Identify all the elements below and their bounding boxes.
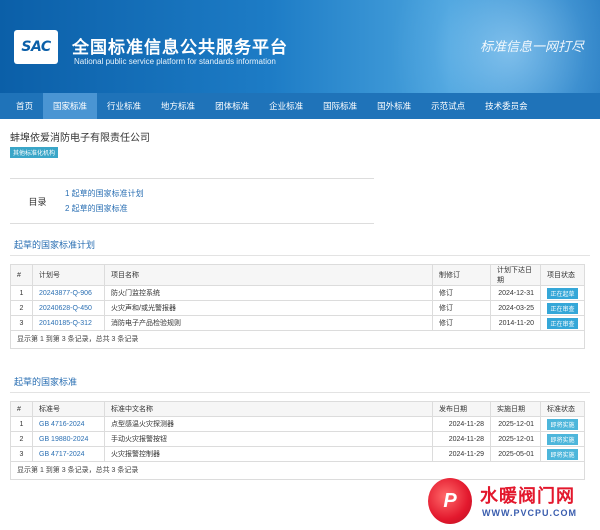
standard-name: 点型感温火灾探测器: [104, 416, 433, 432]
issue-date: 2024-03-25: [490, 300, 541, 316]
project-name: 防火门监控系统: [104, 285, 433, 301]
status-badge: 即将实施: [547, 448, 578, 460]
company-type-badge: 其他标准化机构: [10, 147, 59, 158]
site-slogan: 标准信息一网打尽: [479, 40, 584, 55]
nav-home[interactable]: 首页: [6, 93, 43, 119]
table-row: 1 GB 4716-2024 点型感温火灾探测器 2024-11-28 2025…: [10, 416, 585, 432]
col-index: #: [10, 264, 33, 286]
plan-code-link[interactable]: 20140185-Q-312: [32, 315, 105, 331]
row-index: 3: [10, 446, 33, 462]
status-cell: 正在审查: [540, 315, 585, 331]
sac-logo[interactable]: SAC: [14, 30, 58, 64]
nav-international-standards[interactable]: 国际标准: [313, 93, 367, 119]
row-index: 1: [10, 285, 33, 301]
nav-industry-standards[interactable]: 行业标准: [97, 93, 151, 119]
col-project-name[interactable]: 项目名称: [104, 264, 433, 286]
col-plan-code[interactable]: 计划号: [32, 264, 105, 286]
table-row: 3 GB 4717-2024 火灾报警控制器 2024-11-29 2025-0…: [10, 446, 585, 462]
col-index: #: [10, 401, 33, 417]
standard-code-link[interactable]: GB 4717-2024: [32, 446, 105, 462]
standards-table: # 标准号 标准中文名称 发布日期 实施日期 标准状态 1 GB 4716-20…: [10, 401, 585, 462]
watermark-url: WWW.PVCPU.COM: [482, 508, 577, 518]
logo-text: SAC: [21, 39, 51, 55]
table-row: 2 20240628-Q-450 火灾声和/或光警报器 修订 2024-03-2…: [10, 300, 585, 316]
plans-section-title: 起草的国家标准计划: [14, 240, 96, 250]
status-badge: 即将实施: [547, 418, 578, 430]
table-header-row: # 标准号 标准中文名称 发布日期 实施日期 标准状态: [10, 401, 585, 417]
revision-type: 修订: [432, 315, 491, 331]
row-index: 1: [10, 416, 33, 432]
plan-code-link[interactable]: 20243877-Q-906: [32, 285, 105, 301]
col-publish-date[interactable]: 发布日期: [432, 401, 491, 417]
nav-demonstration[interactable]: 示范试点: [421, 93, 475, 119]
col-implement-date[interactable]: 实施日期: [490, 401, 541, 417]
plan-code-link[interactable]: 20240628-Q-450: [32, 300, 105, 316]
standard-code-link[interactable]: GB 4716-2024: [32, 416, 105, 432]
watermark-logo-letter: P: [443, 489, 457, 512]
table-of-contents: 目录 1 起草的国家标准计划 2 起草的国家标准: [10, 178, 374, 224]
col-project-status[interactable]: 项目状态: [540, 264, 585, 286]
section-divider: [10, 392, 590, 393]
implement-date: 2025-05-01: [490, 446, 541, 462]
publish-date: 2024-11-29: [432, 446, 491, 462]
col-issue-date[interactable]: 计划下达日期: [490, 264, 541, 286]
publish-date: 2024-11-28: [432, 431, 491, 447]
section-divider: [10, 255, 590, 256]
table-row: 2 GB 19880-2024 手动火灾报警按钮 2024-11-28 2025…: [10, 431, 585, 447]
issue-date: 2014-11-20: [490, 315, 541, 331]
status-cell: 正在起草: [540, 285, 585, 301]
nav-technical-committees[interactable]: 技术委员会: [475, 93, 538, 119]
row-index: 2: [10, 300, 33, 316]
standard-code-link[interactable]: GB 19880-2024: [32, 431, 105, 447]
site-subtitle: National public service platform for sta…: [74, 57, 276, 66]
col-standard-code[interactable]: 标准号: [32, 401, 105, 417]
toc-link-standards[interactable]: 2 起草的国家标准: [65, 201, 144, 216]
toc-label: 目录: [28, 196, 47, 207]
main-nav: 首页 国家标准 行业标准 地方标准 团体标准 企业标准 国际标准 国外标准 示范…: [0, 93, 600, 119]
nav-local-standards[interactable]: 地方标准: [151, 93, 205, 119]
table-header-row: # 计划号 项目名称 制修订 计划下达日期 项目状态: [10, 264, 585, 286]
site-title: 全国标准信息公共服务平台: [72, 38, 288, 57]
table-row: 1 20243877-Q-906 防火门监控系统 修订 2024-12-31 正…: [10, 285, 585, 301]
plans-table: # 计划号 项目名称 制修订 计划下达日期 项目状态 1 20243877-Q-…: [10, 264, 585, 331]
nav-group-standards[interactable]: 团体标准: [205, 93, 259, 119]
col-standard-status[interactable]: 标准状态: [540, 401, 585, 417]
nav-enterprise-standards[interactable]: 企业标准: [259, 93, 313, 119]
status-cell: 即将实施: [540, 416, 585, 432]
toc-link-plans[interactable]: 1 起草的国家标准计划: [65, 186, 144, 201]
row-index: 3: [10, 315, 33, 331]
status-badge: 正在起草: [547, 287, 578, 299]
status-cell: 即将实施: [540, 431, 585, 447]
status-badge: 正在审查: [547, 317, 578, 329]
issue-date: 2024-12-31: [490, 285, 541, 301]
status-badge: 正在审查: [547, 302, 578, 314]
project-name: 火灾声和/或光警报器: [104, 300, 433, 316]
site-header: SAC 全国标准信息公共服务平台 National public service…: [0, 0, 600, 93]
toc-links: 1 起草的国家标准计划 2 起草的国家标准: [65, 186, 144, 216]
col-revision-type[interactable]: 制修订: [432, 264, 491, 286]
plans-pagination-summary: 显示第 1 到第 3 条记录，总共 3 条记录: [10, 331, 585, 349]
watermark-text: 水暖阀门网: [480, 486, 575, 506]
revision-type: 修订: [432, 285, 491, 301]
status-cell: 正在审查: [540, 300, 585, 316]
nav-national-standards[interactable]: 国家标准: [43, 93, 98, 119]
standard-name: 火灾报警控制器: [104, 446, 433, 462]
company-info: 蚌埠依爱消防电子有限责任公司 其他标准化机构: [0, 119, 600, 158]
implement-date: 2025-12-01: [490, 431, 541, 447]
watermark-logo-icon: P: [428, 478, 472, 524]
standards-section-title: 起草的国家标准: [14, 377, 78, 387]
row-index: 2: [10, 431, 33, 447]
publish-date: 2024-11-28: [432, 416, 491, 432]
watermark: P 水暖阀门网 WWW.PVCPU.COM: [428, 478, 598, 530]
col-standard-name[interactable]: 标准中文名称: [104, 401, 433, 417]
implement-date: 2025-12-01: [490, 416, 541, 432]
standard-name: 手动火灾报警按钮: [104, 431, 433, 447]
nav-foreign-standards[interactable]: 国外标准: [367, 93, 421, 119]
company-name: 蚌埠依爱消防电子有限责任公司: [10, 133, 150, 144]
revision-type: 修订: [432, 300, 491, 316]
project-name: 消防电子产品检验规则: [104, 315, 433, 331]
table-row: 3 20140185-Q-312 消防电子产品检验规则 修订 2014-11-2…: [10, 315, 585, 331]
status-cell: 即将实施: [540, 446, 585, 462]
status-badge: 即将实施: [547, 433, 578, 445]
